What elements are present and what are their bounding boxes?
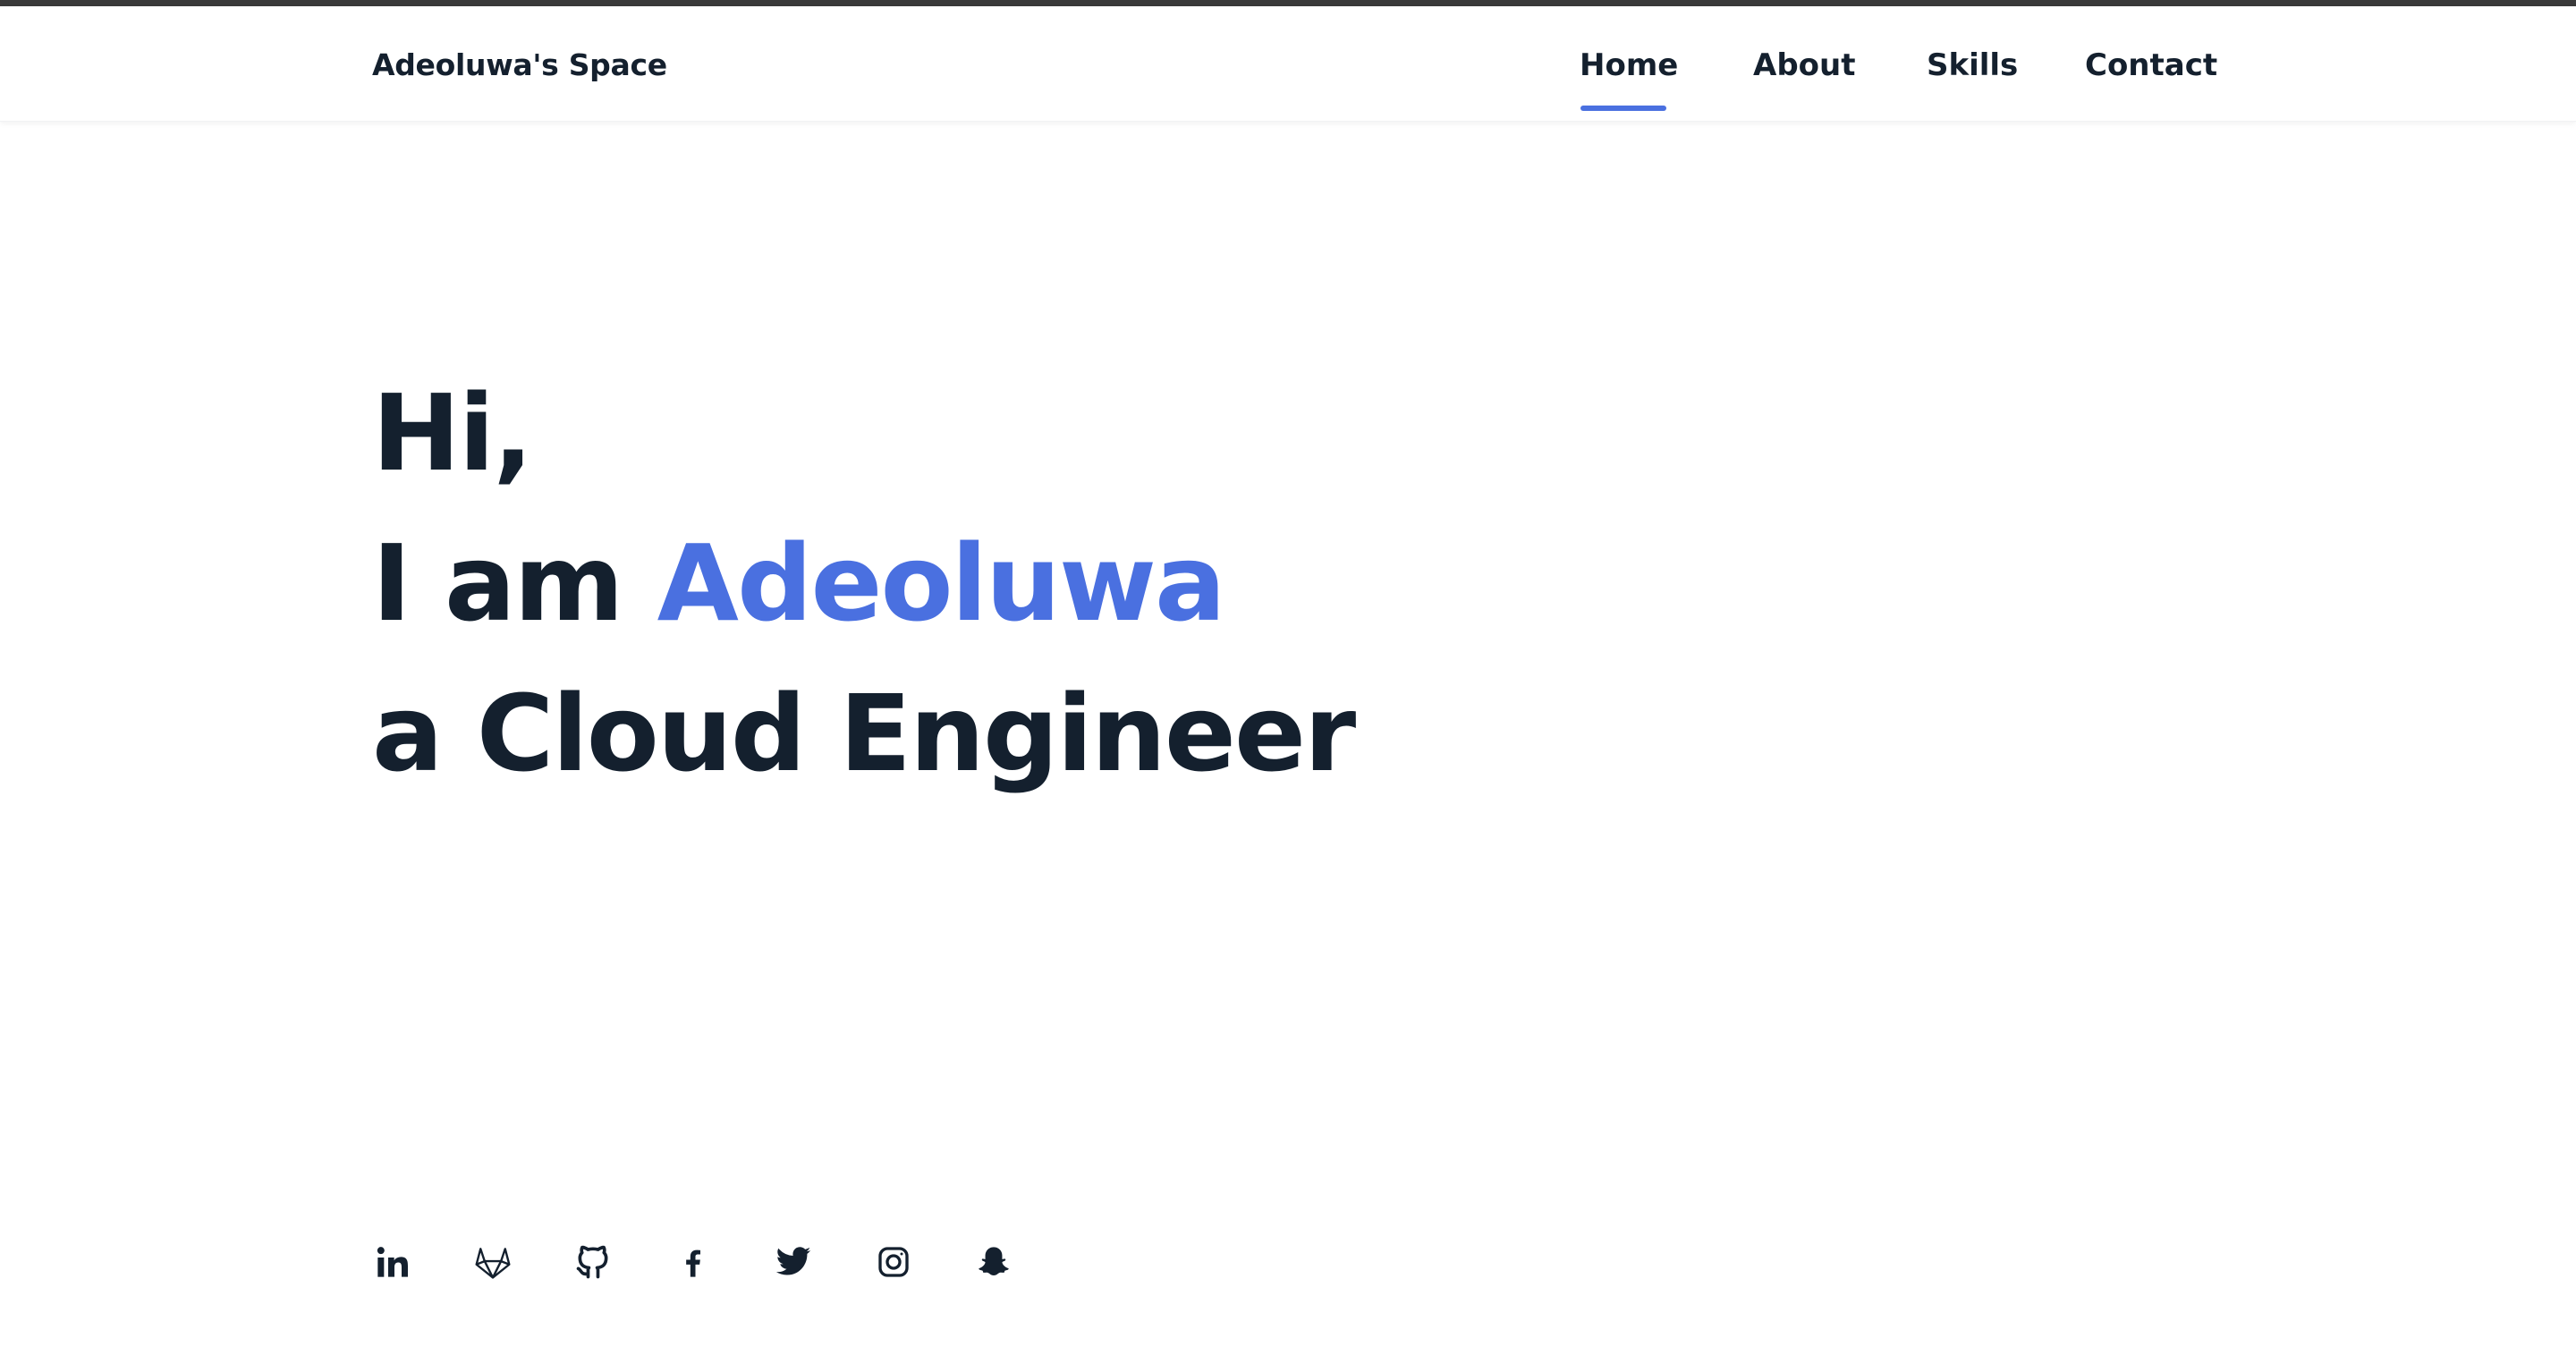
site-header: Adeoluwa's Space Home About Skills Conta… xyxy=(0,6,2576,122)
hero-intro: I am Adeoluwa xyxy=(372,508,1354,658)
linkedin-icon[interactable] xyxy=(372,1241,413,1283)
facebook-icon[interactable] xyxy=(673,1241,714,1283)
hero-intro-prefix: I am xyxy=(372,521,657,645)
nav-item-skills[interactable]: Skills xyxy=(1927,47,2018,83)
hero-role: a Cloud Engineer xyxy=(372,672,1356,795)
instagram-icon[interactable] xyxy=(873,1241,914,1283)
nav-item-contact[interactable]: Contact xyxy=(2085,47,2217,83)
nav-item-home[interactable]: Home xyxy=(1580,47,1678,83)
window-top-bar xyxy=(0,0,2576,6)
active-nav-indicator xyxy=(1580,106,1666,111)
hero-section: Hi, I am Adeoluwa a Cloud Engineer xyxy=(372,358,1356,809)
nav-item-about[interactable]: About xyxy=(1753,47,1855,83)
main-nav: Home About Skills Contact xyxy=(0,47,2576,119)
hero-greeting: Hi, xyxy=(372,371,533,495)
twitter-icon[interactable] xyxy=(773,1241,814,1283)
gitlab-icon[interactable] xyxy=(472,1241,513,1283)
hero-name: Adeoluwa xyxy=(657,521,1226,645)
snapchat-icon[interactable] xyxy=(973,1241,1014,1283)
github-icon[interactable] xyxy=(572,1241,614,1283)
